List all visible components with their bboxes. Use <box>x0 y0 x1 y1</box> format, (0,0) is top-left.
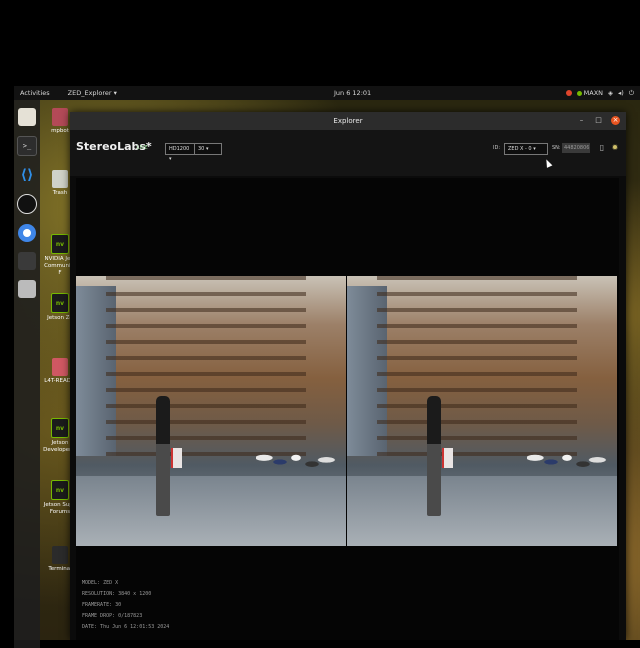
screen: Activities ZED_Explorer ▾ Jun 6 12:01 MA… <box>0 0 640 648</box>
nvidia-icon: nv <box>51 418 69 438</box>
window-controls: – □ × <box>577 116 620 125</box>
nvidia-icon: nv <box>51 293 69 313</box>
resolution-value: HD1200 <box>169 146 190 152</box>
sn-label: SN: <box>552 145 561 151</box>
maximize-icon[interactable]: □ <box>594 116 603 125</box>
disk-icon[interactable] <box>18 280 36 298</box>
nvidia-icon: nv <box>51 234 69 254</box>
trash-icon <box>52 170 68 188</box>
fps-value: 30 <box>198 146 205 152</box>
info-date: DATE: Thu Jun 6 12:01:53 2024 <box>82 624 170 630</box>
record-icon[interactable]: ▯ <box>597 143 607 153</box>
settings-gear-icon[interactable]: ✹ <box>610 143 620 153</box>
camera-info-panel: MODEL: ZED X RESOLUTION: 3840 x 1200 FRA… <box>82 578 169 633</box>
chromium-icon[interactable] <box>18 224 36 242</box>
app-icon[interactable] <box>18 252 36 270</box>
camera-value: ZED X - 0 <box>508 146 532 152</box>
clock[interactable]: Jun 6 12:01 <box>334 89 371 97</box>
power-icon[interactable]: ⏻ <box>629 89 634 98</box>
obs-icon[interactable] <box>17 194 37 214</box>
app-menu-label: ZED_Explorer <box>67 89 112 97</box>
app-menu[interactable]: ZED_Explorer ▾ <box>68 89 117 97</box>
live-status: LIVE <box>137 145 148 151</box>
info-framerate: FRAMERATE: 30 <box>82 602 122 608</box>
toolbar: StereoLabs* LIVE HD1200 ▾ 30 ▾ ID: ZED X… <box>70 130 626 176</box>
top-bar: Activities ZED_Explorer ▾ Jun 6 12:01 MA… <box>14 86 640 100</box>
left-camera-feed <box>76 276 346 546</box>
info-model: MODEL: ZED X <box>82 580 119 586</box>
power-mode[interactable]: MAXN <box>576 89 604 97</box>
system-tray[interactable]: MAXN ◈ ◂) ⏻ <box>565 89 634 98</box>
id-label: ID: <box>493 145 501 151</box>
window-title: Explorer <box>333 117 363 125</box>
terminal-icon[interactable]: >_ <box>17 136 37 156</box>
info-frame-drop: FRAME DROP: 0/187823 <box>82 613 143 619</box>
serial-field: 44820806 <box>562 143 590 153</box>
video-viewport: MODEL: ZED X RESOLUTION: 3840 x 1200 FRA… <box>76 178 619 640</box>
camera-select[interactable]: ZED X - 0 ▾ <box>504 143 548 155</box>
right-camera-feed <box>347 276 617 546</box>
person-figure <box>156 396 170 516</box>
dock: >_ ⟨⟩ <box>14 100 40 648</box>
power-mode-icon <box>576 90 582 96</box>
minimize-icon[interactable]: – <box>577 116 586 125</box>
volume-icon[interactable]: ◂) <box>618 89 624 97</box>
terminal-icon <box>52 546 68 564</box>
files-icon[interactable] <box>18 108 36 126</box>
activities-button[interactable]: Activities <box>20 89 50 97</box>
power-mode-label: MAXN <box>583 89 604 97</box>
network-icon[interactable]: ◈ <box>608 89 613 97</box>
vscode-icon[interactable]: ⟨⟩ <box>18 166 36 184</box>
close-icon[interactable]: × <box>611 116 620 125</box>
nvidia-icon: nv <box>51 480 69 500</box>
explorer-window: Explorer – □ × StereoLabs* LIVE HD1200 ▾… <box>70 112 626 640</box>
person-figure <box>427 396 441 516</box>
nvidia-icon[interactable] <box>565 90 572 96</box>
document-icon <box>52 358 68 376</box>
resolution-select[interactable]: HD1200 ▾ <box>165 143 195 162</box>
folder-icon <box>52 108 68 126</box>
fps-select[interactable]: 30 ▾ <box>194 143 222 155</box>
window-titlebar[interactable]: Explorer – □ × <box>70 112 626 130</box>
info-resolution: RESOLUTION: 3840 x 1200 <box>82 591 152 597</box>
